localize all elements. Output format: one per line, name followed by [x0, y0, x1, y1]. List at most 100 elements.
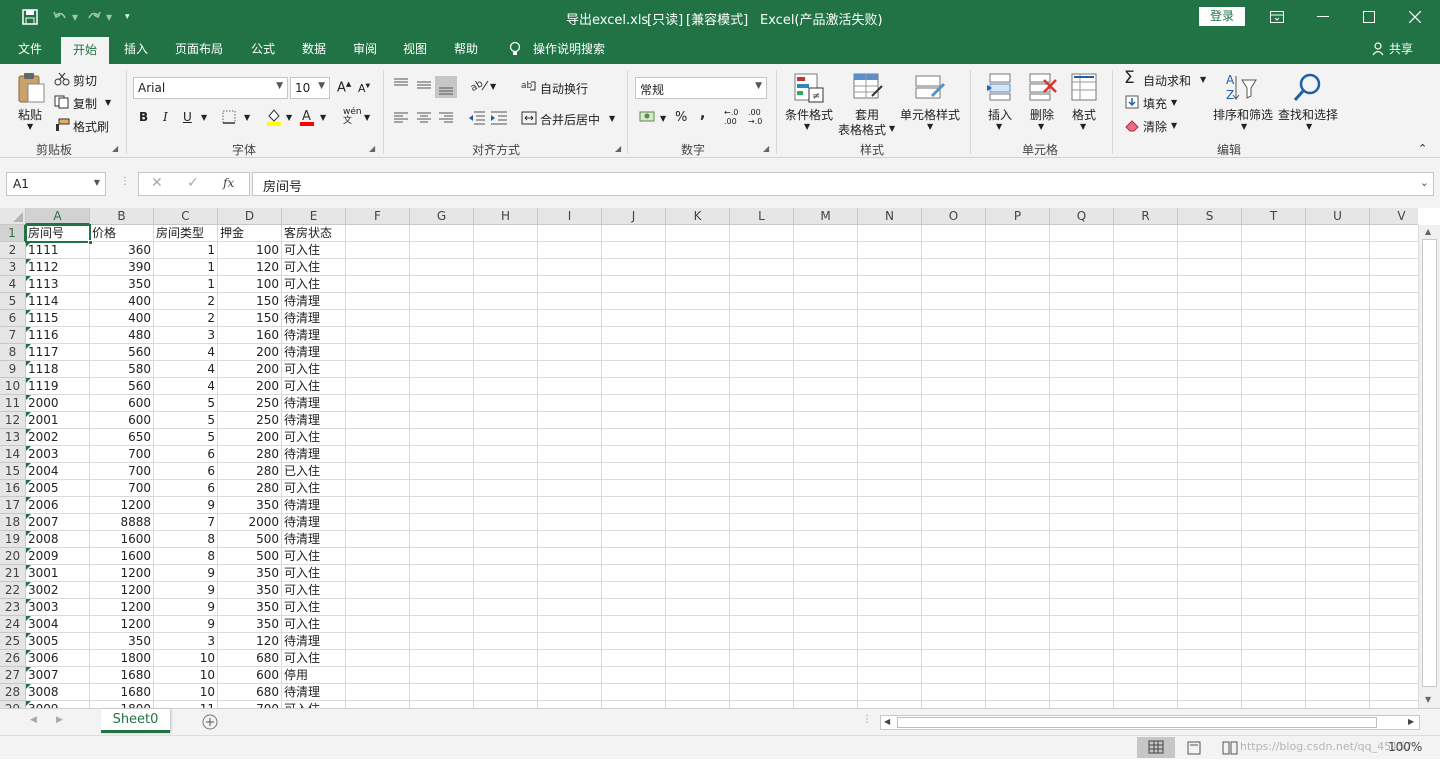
- empty-cell[interactable]: [346, 310, 410, 327]
- empty-cell[interactable]: [1306, 650, 1370, 667]
- empty-cell[interactable]: [666, 684, 730, 701]
- empty-cell[interactable]: [794, 616, 858, 633]
- data-cell[interactable]: 9: [154, 616, 218, 633]
- data-cell[interactable]: 150: [218, 293, 282, 310]
- empty-cell[interactable]: [1178, 650, 1242, 667]
- font-name-combo[interactable]: Arial ▼: [133, 77, 288, 99]
- empty-cell[interactable]: [602, 650, 666, 667]
- comma-button[interactable]: ,: [700, 106, 705, 122]
- empty-cell[interactable]: [858, 242, 922, 259]
- accounting-format-icon[interactable]: [639, 110, 657, 124]
- fill-color-icon[interactable]: [266, 108, 282, 126]
- normal-view-icon[interactable]: [1137, 737, 1175, 758]
- empty-cell[interactable]: [986, 480, 1050, 497]
- column-header-r[interactable]: R: [1114, 208, 1178, 225]
- empty-cell[interactable]: [1306, 701, 1370, 708]
- data-cell[interactable]: 2006: [26, 497, 90, 514]
- data-cell[interactable]: 2004: [26, 463, 90, 480]
- increase-decimal-icon[interactable]: ←.0.00: [724, 108, 738, 126]
- empty-cell[interactable]: [922, 395, 986, 412]
- empty-cell[interactable]: [1370, 667, 1418, 684]
- close-button[interactable]: [1392, 0, 1438, 34]
- row-header[interactable]: 16: [0, 480, 26, 497]
- data-cell[interactable]: 可入住: [282, 650, 346, 667]
- data-cell[interactable]: 650: [90, 429, 154, 446]
- empty-cell[interactable]: [474, 259, 538, 276]
- cell-styles-button[interactable]: 单元格样式: [900, 106, 960, 123]
- empty-cell[interactable]: [730, 378, 794, 395]
- font-color-icon[interactable]: A: [299, 108, 315, 126]
- empty-cell[interactable]: [1306, 582, 1370, 599]
- empty-cell[interactable]: [730, 701, 794, 708]
- empty-cell[interactable]: [602, 684, 666, 701]
- empty-cell[interactable]: [474, 293, 538, 310]
- data-cell[interactable]: 1200: [90, 582, 154, 599]
- empty-cell[interactable]: [1242, 293, 1306, 310]
- empty-cell[interactable]: [1370, 446, 1418, 463]
- data-cell[interactable]: 1200: [90, 599, 154, 616]
- empty-cell[interactable]: [730, 531, 794, 548]
- data-cell[interactable]: 3001: [26, 565, 90, 582]
- empty-cell[interactable]: [858, 225, 922, 242]
- empty-cell[interactable]: [1242, 259, 1306, 276]
- data-cell[interactable]: 可入住: [282, 361, 346, 378]
- empty-cell[interactable]: [1114, 327, 1178, 344]
- data-cell[interactable]: 待清理: [282, 497, 346, 514]
- empty-cell[interactable]: [1050, 667, 1114, 684]
- header-cell[interactable]: 房间类型: [154, 225, 218, 242]
- empty-cell[interactable]: [1306, 242, 1370, 259]
- empty-cell[interactable]: [1306, 225, 1370, 242]
- column-header-g[interactable]: G: [410, 208, 474, 225]
- column-header-m[interactable]: M: [794, 208, 858, 225]
- column-header-a[interactable]: A: [26, 208, 90, 225]
- empty-cell[interactable]: [1050, 259, 1114, 276]
- empty-cell[interactable]: [602, 429, 666, 446]
- empty-cell[interactable]: [858, 684, 922, 701]
- page-break-view-icon[interactable]: [1222, 741, 1238, 755]
- empty-cell[interactable]: [346, 412, 410, 429]
- empty-cell[interactable]: [346, 276, 410, 293]
- column-header-t[interactable]: T: [1242, 208, 1306, 225]
- data-cell[interactable]: 可入住: [282, 378, 346, 395]
- empty-cell[interactable]: [986, 344, 1050, 361]
- empty-cell[interactable]: [858, 701, 922, 708]
- empty-cell[interactable]: [346, 395, 410, 412]
- empty-cell[interactable]: [922, 616, 986, 633]
- empty-cell[interactable]: [538, 327, 602, 344]
- data-cell[interactable]: 1600: [90, 548, 154, 565]
- empty-cell[interactable]: [1178, 497, 1242, 514]
- row-header[interactable]: 15: [0, 463, 26, 480]
- empty-cell[interactable]: [858, 463, 922, 480]
- empty-cell[interactable]: [730, 633, 794, 650]
- empty-cell[interactable]: [474, 276, 538, 293]
- empty-cell[interactable]: [1114, 310, 1178, 327]
- empty-cell[interactable]: [730, 497, 794, 514]
- data-cell[interactable]: 4: [154, 378, 218, 395]
- merge-center-button[interactable]: 合并后居中: [540, 111, 600, 128]
- row-header[interactable]: 27: [0, 667, 26, 684]
- empty-cell[interactable]: [1242, 480, 1306, 497]
- insert-cells-dropdown-icon[interactable]: ▼: [996, 122, 1002, 131]
- data-cell[interactable]: 250: [218, 412, 282, 429]
- empty-cell[interactable]: [1050, 412, 1114, 429]
- empty-cell[interactable]: [1114, 531, 1178, 548]
- data-cell[interactable]: 3004: [26, 616, 90, 633]
- underline-dropdown-icon[interactable]: ▼: [201, 113, 207, 122]
- empty-cell[interactable]: [1306, 327, 1370, 344]
- empty-cell[interactable]: [922, 480, 986, 497]
- empty-cell[interactable]: [730, 582, 794, 599]
- empty-cell[interactable]: [602, 582, 666, 599]
- empty-cell[interactable]: [538, 310, 602, 327]
- data-cell[interactable]: 3005: [26, 633, 90, 650]
- empty-cell[interactable]: [346, 327, 410, 344]
- insert-function-icon[interactable]: fx: [223, 176, 234, 190]
- empty-cell[interactable]: [410, 667, 474, 684]
- phonetic-icon[interactable]: wén 文: [343, 108, 362, 126]
- scroll-down-icon[interactable]: ▼: [1425, 695, 1431, 704]
- empty-cell[interactable]: [1050, 616, 1114, 633]
- empty-cell[interactable]: [346, 429, 410, 446]
- empty-cell[interactable]: [1114, 650, 1178, 667]
- empty-cell[interactable]: [922, 582, 986, 599]
- scroll-left-icon[interactable]: ◀: [884, 717, 890, 726]
- empty-cell[interactable]: [794, 361, 858, 378]
